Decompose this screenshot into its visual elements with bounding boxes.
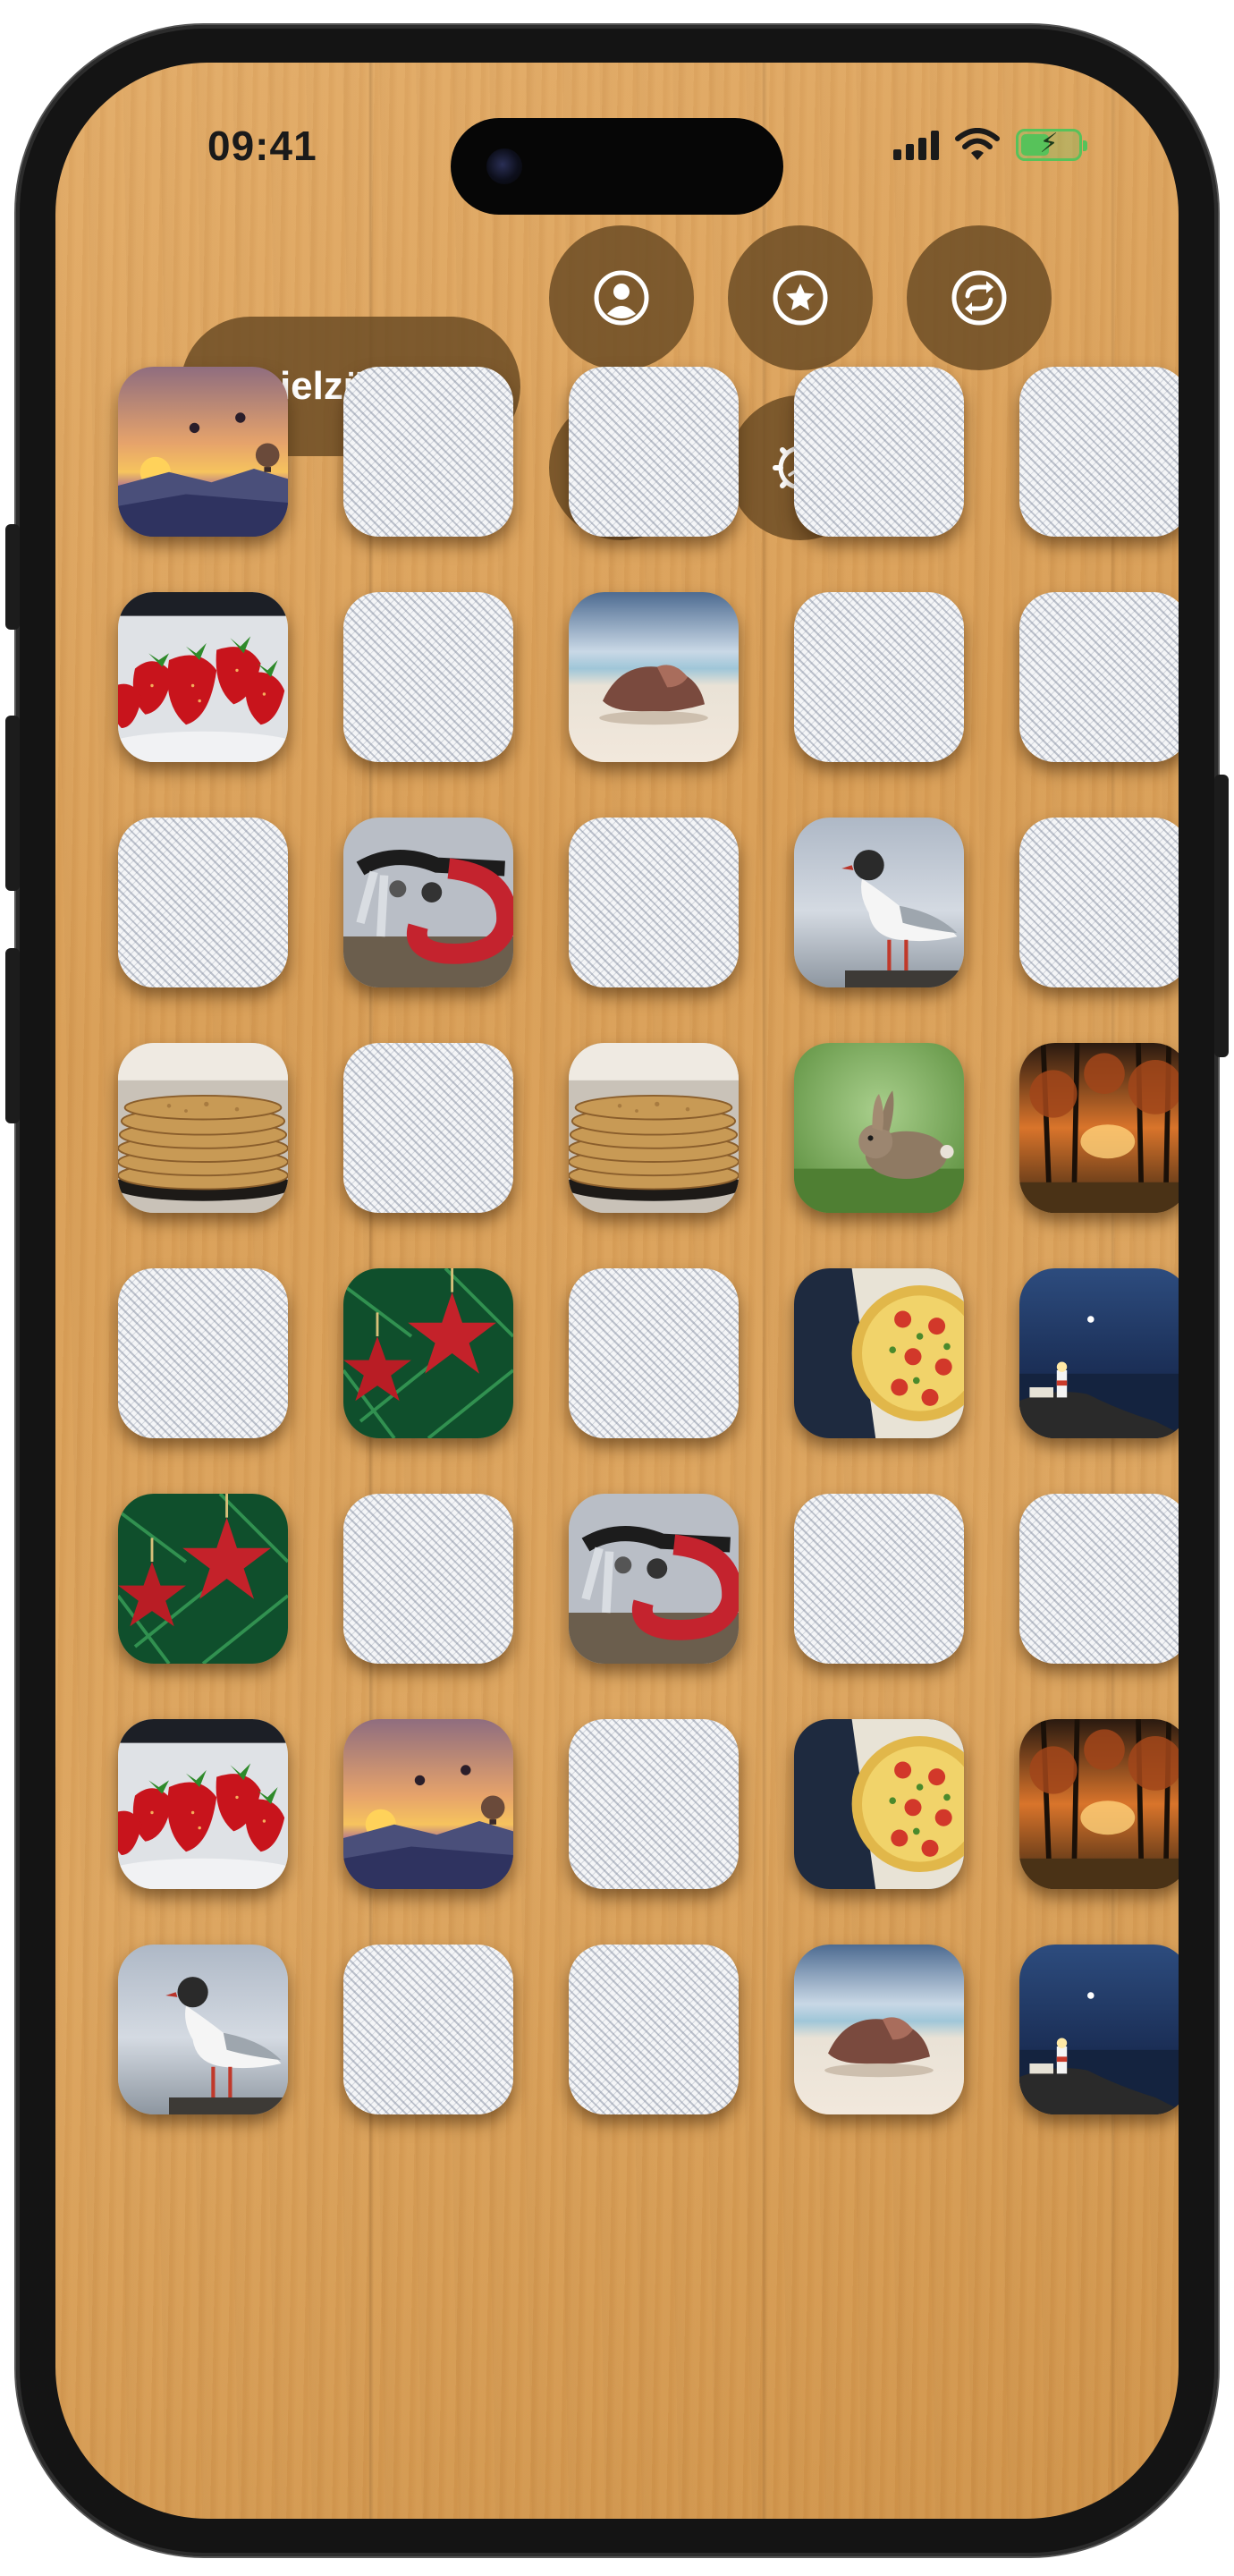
memory-card-forest[interactable] (1019, 1043, 1179, 1213)
memory-card-gull[interactable] (794, 818, 964, 987)
status-icons: ⚡ (893, 125, 1087, 165)
memory-card-hidden[interactable] (794, 367, 964, 537)
stars-image (343, 1268, 513, 1438)
memory-card-gull[interactable] (118, 1945, 288, 2114)
shell-image (569, 592, 739, 762)
gull-image (794, 818, 964, 987)
memory-card-hidden[interactable] (794, 1494, 964, 1664)
volume-up-button (5, 716, 20, 891)
strawberries-image (118, 592, 288, 762)
front-camera (486, 148, 522, 184)
memory-card-hidden[interactable] (343, 592, 513, 762)
shell-image (794, 1945, 964, 2114)
rabbit-image (794, 1043, 964, 1213)
action-button (5, 524, 20, 630)
forest-image (1019, 1719, 1179, 1889)
memory-card-hidden[interactable] (1019, 818, 1179, 987)
wifi-icon (955, 128, 1000, 160)
memory-card-hidden[interactable] (569, 1719, 739, 1889)
battery-charging-icon: ⚡ (1016, 129, 1087, 161)
memory-card-lighthouse[interactable] (1019, 1945, 1179, 2114)
balloons-image (118, 367, 288, 537)
memory-card-stars[interactable] (343, 1268, 513, 1438)
memory-card-lighthouse[interactable] (1019, 1268, 1179, 1438)
memory-card-hidden[interactable] (794, 592, 964, 762)
status-time: 09:41 (207, 123, 317, 169)
memory-card-forest[interactable] (1019, 1719, 1179, 1889)
memory-card-pancakes[interactable] (118, 1043, 288, 1213)
memory-card-pizza[interactable] (794, 1268, 964, 1438)
power-button (1214, 775, 1229, 1057)
pancakes-image (118, 1043, 288, 1213)
memory-card-pancakes[interactable] (569, 1043, 739, 1213)
game-screen: 09:41 ⚡ Spielzüge: 0 (55, 63, 1179, 2519)
memory-card-hidden[interactable] (343, 1043, 513, 1213)
memory-card-hidden[interactable] (343, 1945, 513, 2114)
memory-card-hidden[interactable] (569, 818, 739, 987)
memory-card-balloons[interactable] (343, 1719, 513, 1889)
memory-card-hidden[interactable] (118, 1268, 288, 1438)
balloons-image (343, 1719, 513, 1889)
memory-card-hidden[interactable] (1019, 1494, 1179, 1664)
memory-card-hidden[interactable] (343, 367, 513, 537)
strawberries-image (118, 1719, 288, 1889)
stars-image (118, 1494, 288, 1664)
memory-card-balloons[interactable] (118, 367, 288, 537)
gull-image (118, 1945, 288, 2114)
memory-card-bicycle[interactable] (343, 818, 513, 987)
memory-card-hidden[interactable] (569, 1268, 739, 1438)
memory-card-bicycle[interactable] (569, 1494, 739, 1664)
cellular-signal-icon (893, 130, 939, 160)
lighthouse-image (1019, 1268, 1179, 1438)
favorites-button[interactable] (728, 225, 873, 370)
lighthouse-image (1019, 1945, 1179, 2114)
user-icon (594, 270, 649, 326)
memory-card-hidden[interactable] (569, 1945, 739, 2114)
refresh-icon (951, 270, 1007, 326)
memory-card-hidden[interactable] (343, 1494, 513, 1664)
memory-card-strawberries[interactable] (118, 1719, 288, 1889)
pizza-image (794, 1268, 964, 1438)
memory-card-hidden[interactable] (1019, 367, 1179, 537)
dynamic-island (451, 118, 783, 215)
memory-card-shell[interactable] (569, 592, 739, 762)
memory-card-pizza[interactable] (794, 1719, 964, 1889)
pizza-image (794, 1719, 964, 1889)
profile-button[interactable] (549, 225, 694, 370)
memory-card-hidden[interactable] (569, 367, 739, 537)
star-icon (773, 270, 828, 326)
memory-card-hidden[interactable] (1019, 592, 1179, 762)
bicycle-image (343, 818, 513, 987)
memory-card-stars[interactable] (118, 1494, 288, 1664)
volume-down-button (5, 948, 20, 1123)
forest-image (1019, 1043, 1179, 1213)
memory-card-strawberries[interactable] (118, 592, 288, 762)
memory-card-rabbit[interactable] (794, 1043, 964, 1213)
memory-card-shell[interactable] (794, 1945, 964, 2114)
memory-card-hidden[interactable] (118, 818, 288, 987)
bicycle-image (569, 1494, 739, 1664)
pancakes-image (569, 1043, 739, 1213)
restart-button[interactable] (907, 225, 1052, 370)
